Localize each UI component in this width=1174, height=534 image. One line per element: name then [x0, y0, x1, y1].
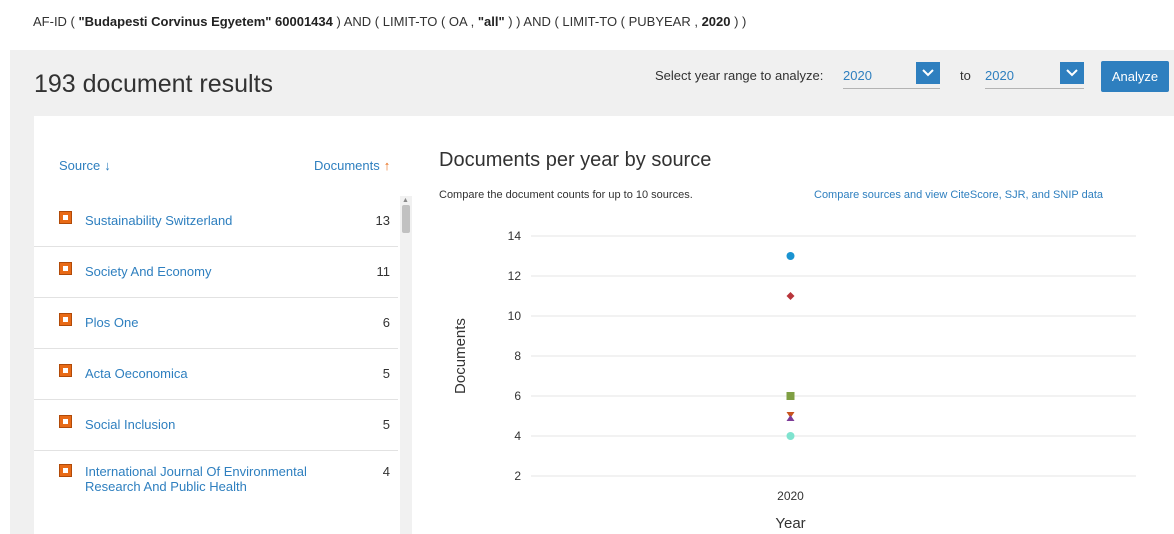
source-count: 6: [382, 315, 390, 330]
source-checkbox[interactable]: [59, 415, 72, 428]
source-count: 5: [382, 417, 390, 432]
source-count: 11: [376, 264, 391, 279]
chevron-down-icon[interactable]: [1060, 62, 1084, 84]
query-oa-value: "all": [477, 14, 505, 29]
chevron-down-icon[interactable]: [916, 62, 940, 84]
documents-header-label: Documents: [314, 158, 380, 173]
source-checkbox[interactable]: [59, 313, 72, 326]
chart-title: Documents per year by source: [439, 149, 712, 171]
data-point: [786, 415, 795, 421]
source-checkbox[interactable]: [59, 211, 72, 224]
source-checkbox[interactable]: [59, 364, 72, 377]
query-string: AF-ID ( "Budapesti Corvinus Egyetem" 600…: [33, 14, 746, 29]
from-year-value: 2020: [843, 68, 872, 83]
x-tick-label: 2020: [777, 489, 804, 503]
data-point: [786, 392, 795, 400]
y-tick-label: 10: [508, 309, 522, 323]
source-row: Sustainability Switzerland 13: [34, 196, 398, 247]
year-range-label: Select year range to analyze:: [655, 68, 824, 83]
source-name-link[interactable]: Social Inclusion: [85, 417, 305, 432]
results-title: 193 document results: [34, 70, 274, 98]
y-tick-label: 12: [508, 269, 522, 283]
to-year-value: 2020: [985, 68, 1014, 83]
scrollbar-thumb[interactable]: [402, 205, 410, 233]
scroll-up-icon[interactable]: ▲: [402, 197, 409, 204]
documents-column-header[interactable]: Documents ↑: [314, 158, 390, 173]
source-checkbox[interactable]: [59, 262, 72, 275]
source-count: 13: [375, 213, 390, 228]
source-name-link[interactable]: International Journal Of Environmental R…: [85, 464, 310, 494]
source-count: 4: [382, 464, 390, 479]
to-label: to: [960, 68, 971, 83]
data-point: [786, 432, 795, 440]
query-year-value: 2020: [701, 14, 731, 29]
source-name-link[interactable]: Acta Oeconomica: [85, 366, 305, 381]
source-row: Society And Economy 11: [34, 247, 398, 298]
sort-down-icon: ↓: [104, 158, 111, 173]
chart-subtitle: Compare the document counts for up to 10…: [439, 189, 693, 201]
y-tick-label: 14: [508, 229, 522, 243]
query-part: AF-ID (: [33, 14, 79, 29]
source-row: International Journal Of Environmental R…: [34, 451, 398, 534]
source-row: Social Inclusion 5: [34, 400, 398, 451]
source-count: 5: [382, 366, 390, 381]
source-name-link[interactable]: Plos One: [85, 315, 305, 330]
source-row: Acta Oeconomica 5: [34, 349, 398, 400]
list-scrollbar[interactable]: [400, 196, 412, 534]
x-axis-label: Year: [775, 515, 805, 532]
analyze-button[interactable]: Analyze: [1101, 61, 1169, 92]
y-tick-label: 2: [514, 469, 521, 483]
source-row: Plos One 6: [34, 298, 398, 349]
y-axis-label: Documents: [452, 318, 469, 394]
data-point: [786, 252, 795, 260]
y-tick-label: 6: [514, 389, 521, 403]
query-part: ) AND ( LIMIT-TO ( OA ,: [332, 14, 478, 29]
documents-chart: 2 4 6 8 10 12 14 2020 Year Documents: [452, 229, 1136, 532]
source-header-label: Source: [59, 158, 101, 173]
from-year-select[interactable]: 2020: [843, 62, 940, 89]
query-part: ) ): [730, 14, 747, 29]
y-tick-label: 4: [514, 429, 521, 443]
compare-sources-link[interactable]: Compare sources and view CiteScore, SJR,…: [814, 189, 1103, 201]
data-point: [786, 292, 795, 300]
query-affiliation: "Budapesti Corvinus Egyetem" 60001434: [78, 14, 333, 29]
source-name-link[interactable]: Society And Economy: [85, 264, 305, 279]
source-name-link[interactable]: Sustainability Switzerland: [85, 213, 305, 228]
source-checkbox[interactable]: [59, 464, 72, 477]
query-part: ) ) AND ( LIMIT-TO ( PUBYEAR ,: [504, 14, 702, 29]
source-column-header[interactable]: Source ↓: [59, 158, 111, 173]
y-tick-label: 8: [514, 349, 521, 363]
sort-up-icon: ↑: [383, 158, 391, 173]
to-year-select[interactable]: 2020: [985, 62, 1084, 89]
